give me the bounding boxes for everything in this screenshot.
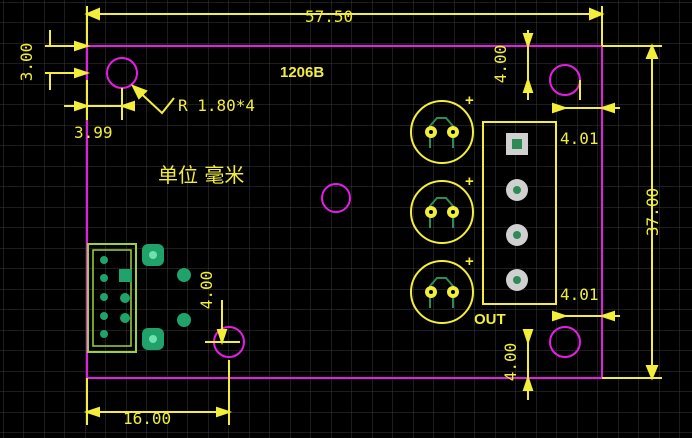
capacitor-2-polarity: +	[465, 173, 474, 190]
grid	[0, 0, 692, 438]
hole-note-text: R 1.80*4	[178, 96, 255, 115]
unit-note-label: 单位 毫米	[158, 163, 244, 187]
part-name-label: 1206B	[280, 64, 324, 81]
dim-bottom-left-text: 16.00	[123, 409, 171, 428]
dim-header-top-text: 4.01	[560, 129, 599, 148]
dim-height-text: 37.00	[643, 188, 662, 236]
dim-width-text: 57.50	[305, 7, 353, 26]
pcb-drawing: 57.50 37.00 3.00 3.99 4.00 4.01 4.01 4.0…	[0, 0, 692, 438]
dim-top-margin-text: 3.00	[17, 43, 36, 82]
capacitor-3-polarity: +	[465, 253, 474, 270]
dim-header-bottom-text: 4.01	[560, 285, 599, 304]
dim-right-top-text: 4.00	[491, 45, 510, 84]
dim-mid-left-text: 4.00	[197, 271, 216, 310]
dim-right-bottom-text: 4.00	[501, 343, 520, 382]
connector-out-label: OUT	[474, 311, 506, 328]
capacitor-1-polarity: +	[465, 92, 474, 109]
dim-left-margin-text: 3.99	[74, 123, 113, 142]
